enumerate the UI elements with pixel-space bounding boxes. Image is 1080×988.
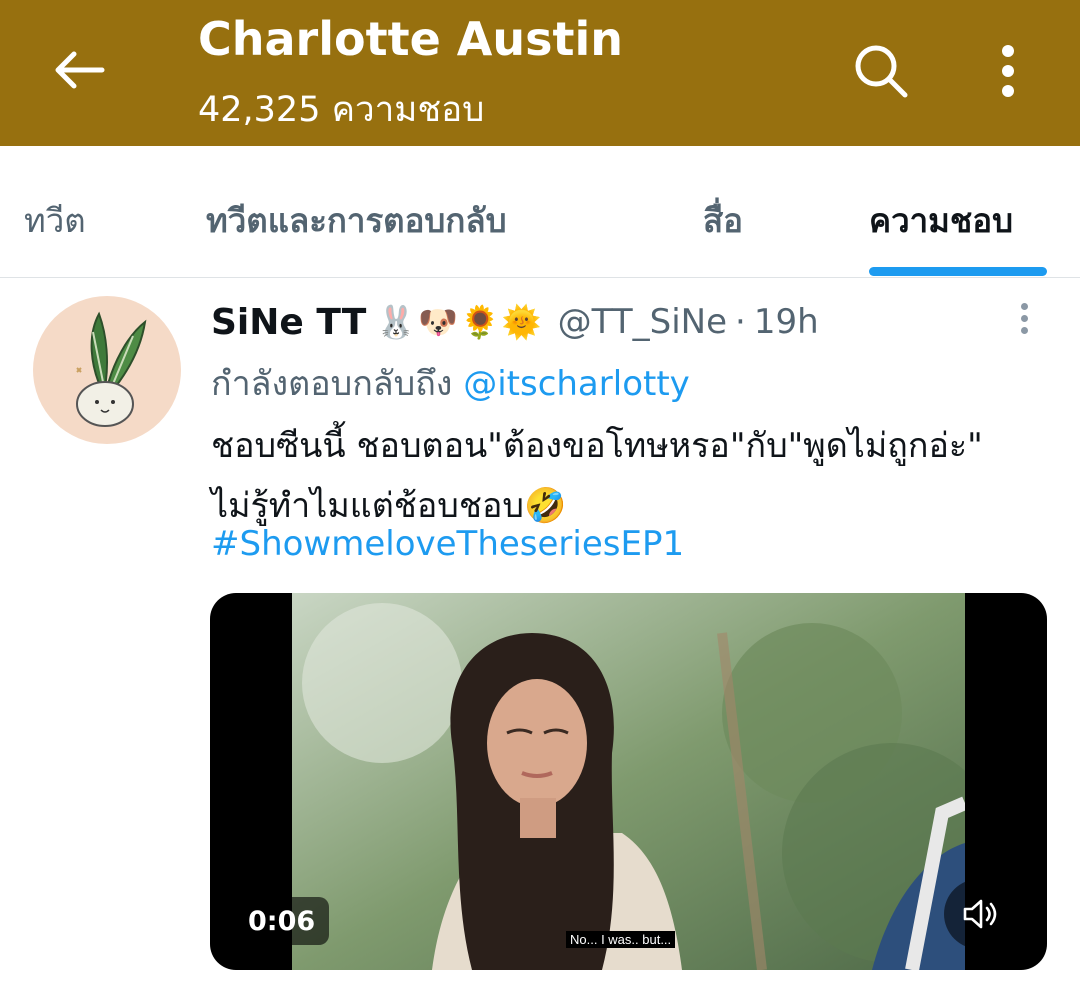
tab-tweets[interactable]: ทวีต: [24, 194, 86, 247]
arrow-left-icon: [55, 51, 105, 89]
author-handle[interactable]: @TT_SiNe: [558, 302, 727, 342]
search-icon: [855, 45, 908, 98]
speaker-muted-icon: [963, 899, 997, 929]
likes-count: 42,325 ความชอบ: [198, 90, 485, 130]
more-vertical-icon: [1020, 302, 1028, 310]
profile-tabs: ทวีต ทวีตและการตอบกลับ สื่อ ความชอบ: [0, 146, 1080, 278]
video-frame: [292, 593, 965, 970]
tweet-timestamp[interactable]: 19h: [754, 302, 819, 342]
more-options-button[interactable]: [982, 36, 1034, 106]
more-vertical-icon: [1002, 45, 1014, 97]
profile-name: Charlotte Austin: [198, 12, 624, 66]
tab-media[interactable]: สื่อ: [703, 194, 743, 247]
author-name-emojis: 🐰🐶🌻🌞: [376, 303, 544, 341]
replying-to-mention[interactable]: @itscharlotty: [463, 364, 690, 404]
replying-to-label: กำลังตอบกลับถึง: [211, 364, 453, 404]
search-button[interactable]: [846, 36, 916, 106]
tweet-author-row: SiNe TT 🐰🐶🌻🌞 @TT_SiNe · 19h: [211, 296, 819, 348]
tweet-more-button[interactable]: [1004, 296, 1044, 340]
tweet-video[interactable]: No... I was.. but... 0:06: [210, 593, 1047, 970]
tab-tweets-and-replies[interactable]: ทวีตและการตอบกลับ: [206, 194, 507, 247]
avatar[interactable]: [33, 296, 181, 444]
tab-likes[interactable]: ความชอบ: [869, 194, 1013, 247]
back-button[interactable]: [40, 38, 116, 102]
active-tab-indicator: [869, 267, 1047, 276]
separator-dot: ·: [735, 302, 746, 342]
tweet-hashtag[interactable]: #ShowmeloveTheseriesEP1: [211, 524, 684, 564]
replying-to: กำลังตอบกลับถึง @itscharlotty: [211, 356, 690, 410]
video-caption: No... I was.. but...: [566, 931, 676, 948]
tweet-text: ชอบซีนนี้ ชอบตอน"ต้องขอโทษหรอ"กับ"พูดไม่…: [211, 426, 983, 526]
author-display-name[interactable]: SiNe TT: [211, 302, 366, 343]
mute-button[interactable]: [944, 879, 1014, 949]
video-duration: 0:06: [234, 897, 330, 945]
profile-header: Charlotte Austin 42,325 ความชอบ: [0, 0, 1080, 146]
